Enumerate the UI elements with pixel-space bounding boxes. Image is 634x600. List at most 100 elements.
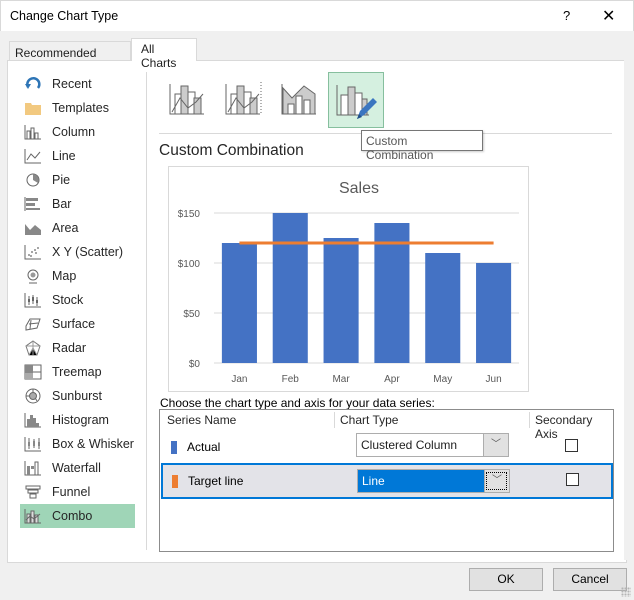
sidebar-item-area[interactable]: Area	[20, 216, 140, 240]
column-bar-jun	[476, 263, 512, 363]
column-chart-icon	[24, 125, 41, 140]
sidebar-item-box-whisker[interactable]: Box & Whisker	[20, 432, 140, 456]
sidebar-item-stock[interactable]: Stock	[20, 288, 140, 312]
clustered-column-line-secondary-icon	[225, 82, 262, 115]
sidebar-item-label: Radar	[52, 341, 87, 355]
bar-chart-icon	[24, 197, 40, 211]
title-bar: Change Chart Type ? ✕	[0, 0, 634, 31]
sidebar-item-funnel[interactable]: Funnel	[20, 480, 140, 504]
sidebar-item-scatter[interactable]: X Y (Scatter)	[20, 240, 140, 264]
sidebar-item-label: Line	[52, 149, 76, 163]
x-tick-label: Mar	[332, 374, 350, 385]
series-color-swatch	[172, 475, 178, 488]
series-color-swatch	[171, 441, 177, 454]
column-bar-jan	[221, 243, 257, 363]
sidebar-item-line[interactable]: Line	[20, 144, 140, 168]
section-title: Custom Combination	[159, 142, 304, 159]
histogram-chart-icon	[24, 413, 41, 428]
stacked-area-column-icon	[281, 84, 316, 115]
secondary-axis-checkbox[interactable]	[566, 473, 579, 486]
sidebar-item-label: Sunburst	[52, 389, 103, 403]
scatter-chart-icon	[24, 245, 41, 260]
sidebar-item-treemap[interactable]: Treemap	[20, 360, 140, 384]
sidebar-item-sunburst[interactable]: Sunburst	[20, 384, 140, 408]
sidebar-item-label: Histogram	[52, 413, 109, 427]
ok-button[interactable]: OK	[469, 568, 543, 591]
chart-type-select[interactable]: Line ﹀	[357, 469, 510, 493]
column-bar-feb	[272, 213, 308, 363]
tab-all-charts[interactable]: All Charts	[131, 38, 197, 70]
sidebar-item-label: Bar	[52, 197, 72, 211]
sidebar-item-column[interactable]: Column	[20, 120, 140, 144]
series-row-target-line[interactable]: Target line Line ﹀	[161, 463, 613, 499]
series-row-actual[interactable]: Actual Clustered Column ﹀	[160, 429, 613, 465]
map-chart-icon	[27, 269, 39, 284]
y-tick-label: $100	[178, 259, 201, 270]
sidebar-item-label: Map	[52, 269, 77, 283]
sidebar-item-label: Box & Whisker	[52, 437, 134, 451]
custom-combination-pencil-icon	[336, 85, 377, 119]
resize-grip[interactable]	[621, 587, 631, 597]
dialog-title: Change Chart Type	[10, 9, 119, 23]
series-name: Target line	[188, 474, 244, 488]
chevron-down-icon[interactable]: ﹀	[483, 434, 508, 456]
sidebar-item-pie[interactable]: Pie	[20, 168, 140, 192]
sidebar-item-waterfall[interactable]: Waterfall	[20, 456, 140, 480]
cancel-button[interactable]: Cancel	[553, 568, 627, 591]
y-tick-label: $50	[183, 309, 200, 320]
header-chart-type: Chart Type	[340, 413, 399, 427]
sidebar-item-label: Surface	[52, 317, 96, 331]
secondary-axis-checkbox[interactable]	[565, 439, 578, 452]
sidebar-item-radar[interactable]: Radar	[20, 336, 140, 360]
sidebar-item-surface[interactable]: Surface	[20, 312, 140, 336]
subtype-stacked-area-clustered-column[interactable]	[274, 72, 330, 128]
subtype-clustered-column-line-secondary-axis[interactable]	[218, 72, 274, 128]
area-chart-icon	[25, 224, 41, 235]
sidebar-item-label: Stock	[52, 293, 84, 307]
combo-chart-icon	[24, 509, 41, 524]
funnel-chart-icon	[25, 485, 41, 499]
close-button[interactable]: ✕	[602, 6, 615, 26]
header-separator	[334, 412, 335, 428]
recent-icon	[25, 77, 41, 89]
sidebar-item-combo[interactable]: Combo	[20, 504, 135, 528]
waterfall-chart-icon	[24, 461, 41, 476]
stock-chart-icon	[24, 293, 41, 308]
sidebar-item-label: Treemap	[52, 365, 102, 379]
sidebar-item-bar[interactable]: Bar	[20, 192, 140, 216]
header-series-name: Series Name	[167, 413, 237, 427]
chart-type-value: Line	[358, 470, 484, 492]
help-button[interactable]: ?	[563, 8, 570, 23]
y-tick-label: $0	[189, 359, 201, 370]
chart-svg: Sales $0 $50 $100 $150 Jan Feb Mar Apr May Jun	[178, 180, 519, 385]
x-tick-label: May	[433, 374, 452, 385]
treemap-chart-icon	[24, 364, 42, 380]
sidebar-item-map[interactable]: Map	[20, 264, 140, 288]
sidebar-item-recent[interactable]: Recent	[20, 72, 140, 96]
subtype-clustered-column-line[interactable]	[162, 72, 218, 128]
chart-type-select[interactable]: Clustered Column ﹀	[356, 433, 509, 457]
header-separator	[529, 412, 530, 428]
chart-preview: Sales $0 $50 $100 $150 Jan Feb Mar Apr May Jun	[168, 166, 529, 392]
y-tick-label: $150	[178, 209, 201, 220]
sidebar-item-label: Templates	[52, 101, 109, 115]
sidebar-item-templates[interactable]: Templates	[20, 96, 140, 120]
box-whisker-chart-icon	[24, 437, 41, 452]
clustered-column-line-icon	[169, 84, 204, 115]
sidebar-item-label: X Y (Scatter)	[52, 245, 124, 259]
tooltip: Custom Combination	[361, 130, 483, 162]
side-strip	[624, 60, 634, 560]
column-bar-may	[425, 253, 461, 363]
x-tick-label: Feb	[282, 374, 300, 385]
subtype-custom-combination[interactable]	[328, 72, 384, 128]
chart-type-list: Recent Templates Column Line Pie Bar Are…	[20, 72, 140, 528]
sidebar-item-label: Recent	[52, 77, 92, 91]
sidebar-item-histogram[interactable]: Histogram	[20, 408, 140, 432]
series-table-instruction: Choose the chart type and axis for your …	[160, 396, 435, 410]
radar-chart-icon	[25, 340, 41, 356]
sidebar-item-label: Column	[52, 125, 96, 139]
x-tick-label: Apr	[384, 374, 400, 385]
chevron-down-icon[interactable]: ﹀	[484, 470, 509, 492]
x-tick-label: Jun	[486, 374, 502, 385]
sidebar-divider	[146, 72, 147, 550]
